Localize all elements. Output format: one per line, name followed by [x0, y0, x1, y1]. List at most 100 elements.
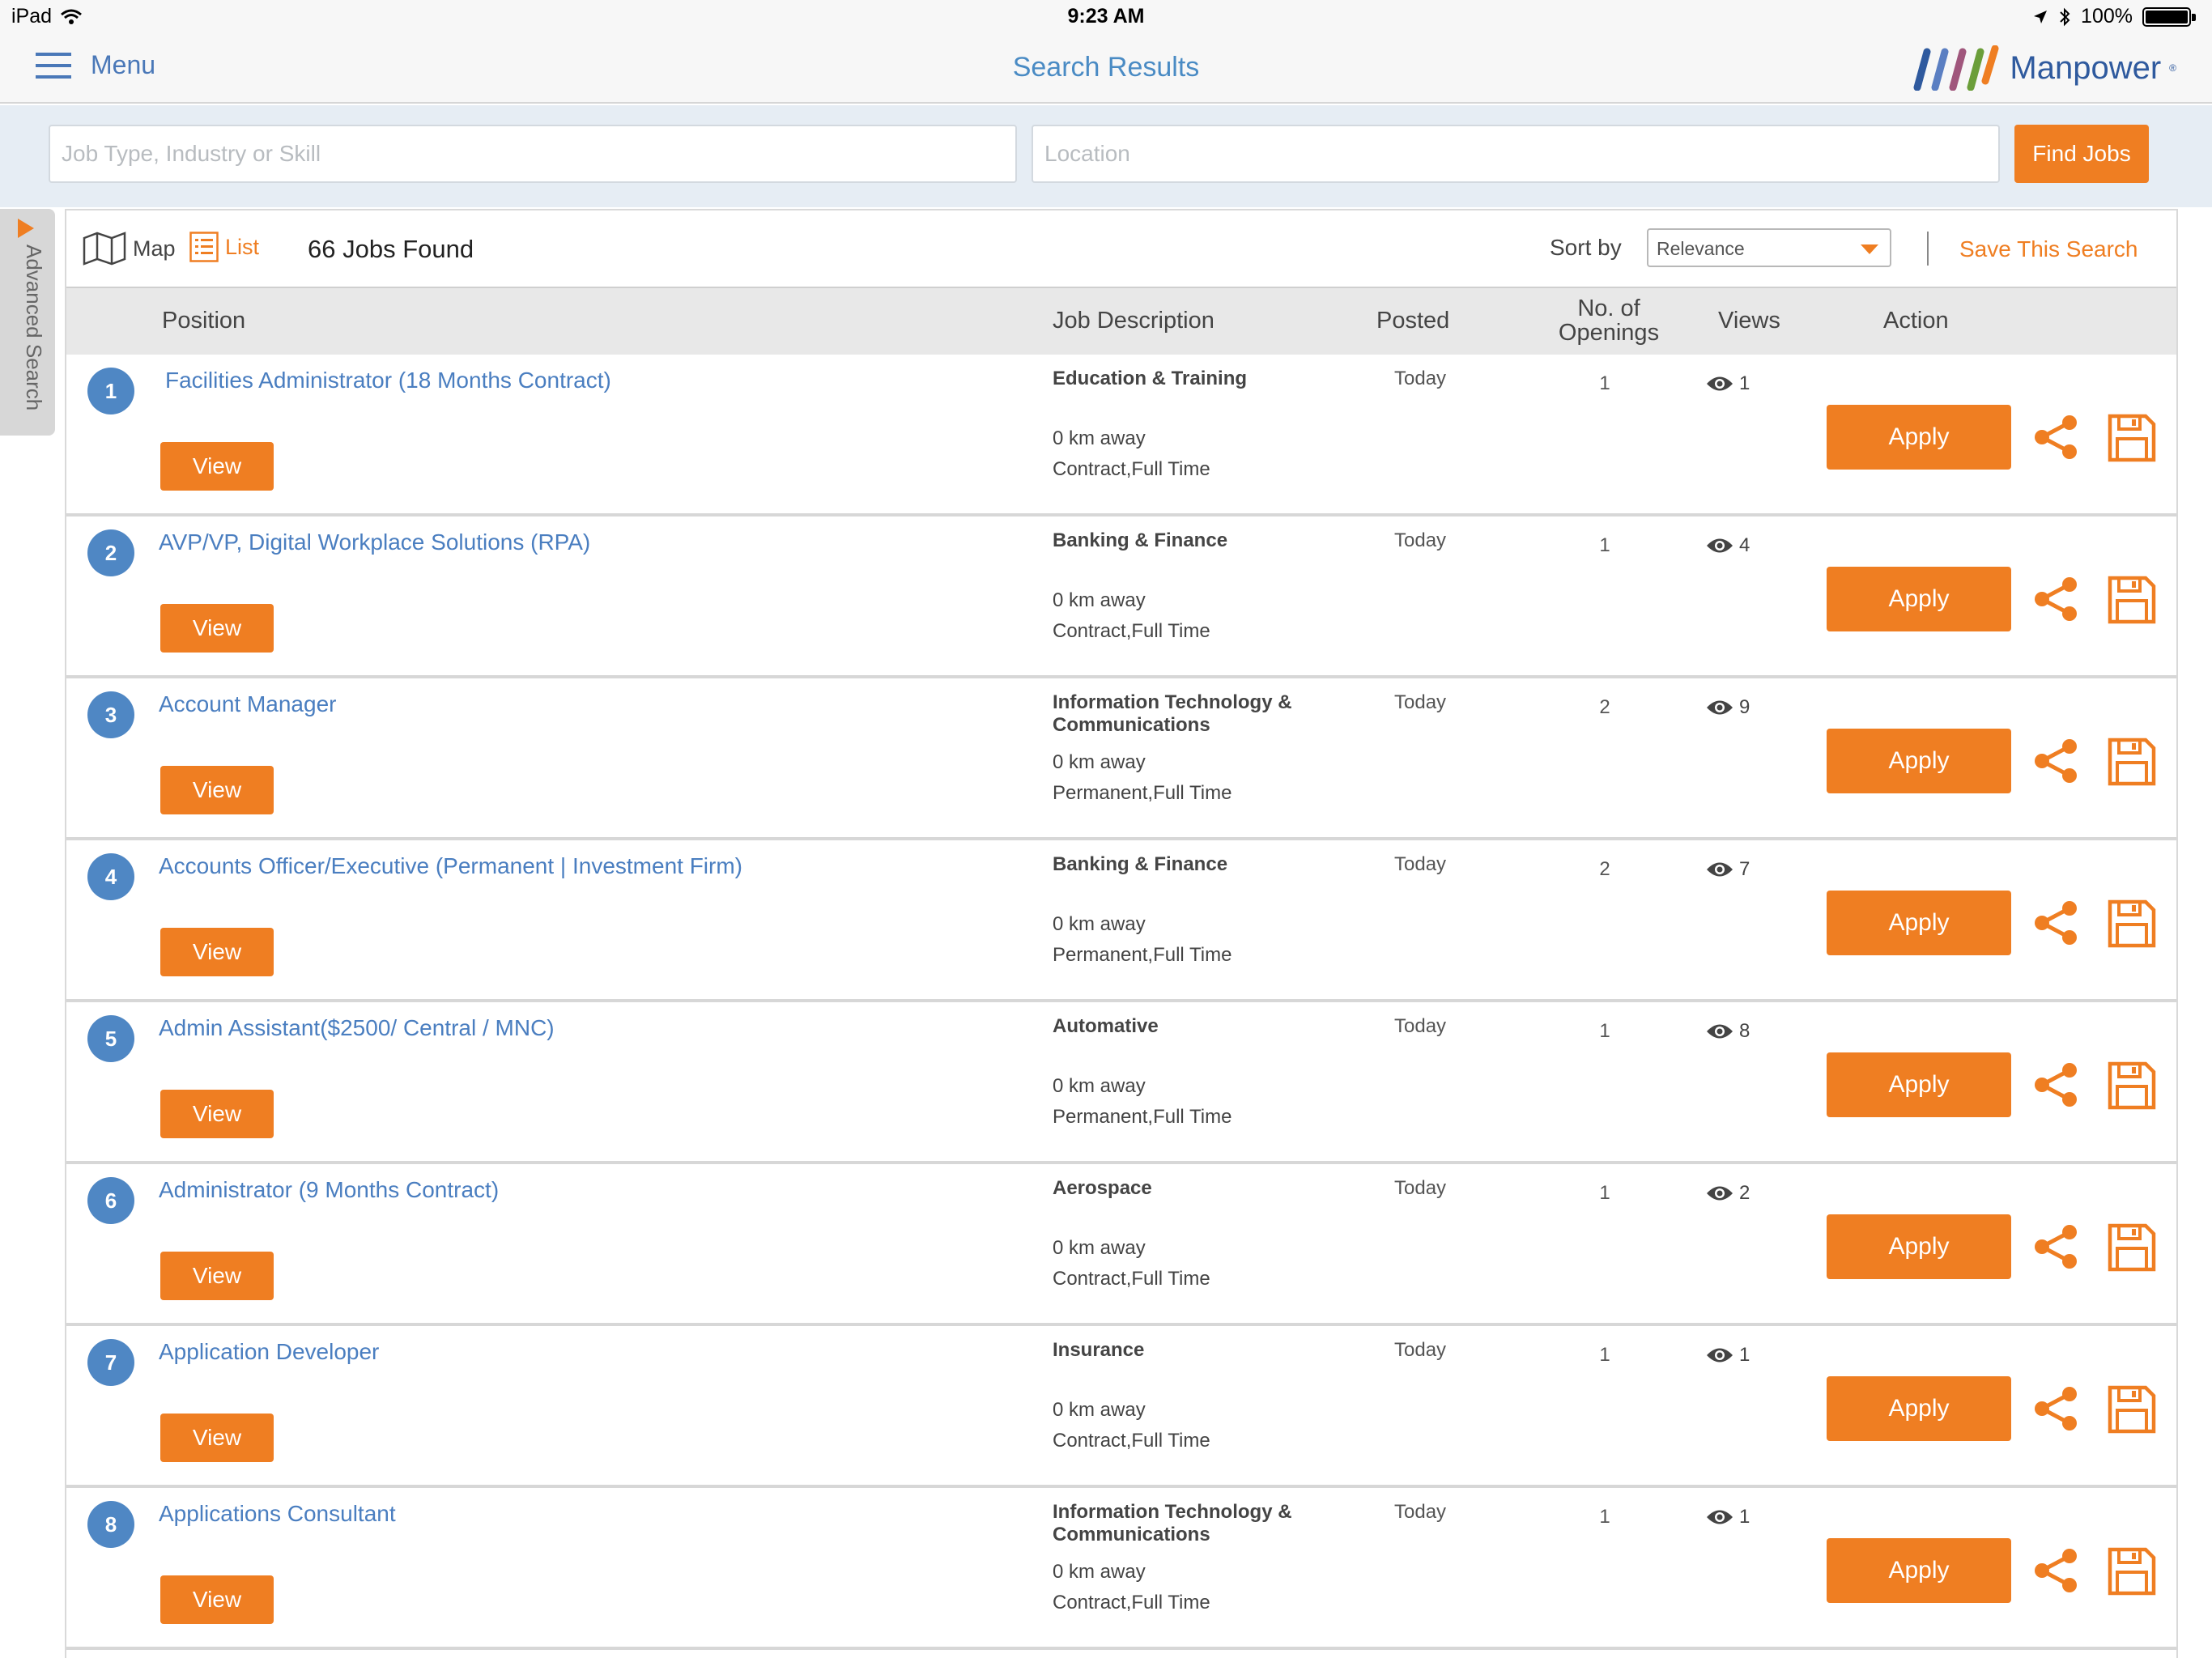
location-input[interactable] — [1032, 125, 2000, 183]
share-icon[interactable] — [2031, 1221, 2082, 1273]
job-views: 1 — [1705, 372, 1750, 395]
table-header: Position Job Description Posted No. of O… — [66, 288, 2176, 355]
results-panel: Map List 66 Jobs Found Sort by Relevance… — [65, 209, 2178, 1658]
save-job-icon[interactable] — [2107, 1384, 2157, 1435]
job-title-link[interactable]: AVP/VP, Digital Workplace Solutions (RPA… — [159, 529, 590, 555]
page-title: Search Results — [1012, 52, 1200, 83]
status-right: 100% — [2032, 5, 2196, 28]
table-row: 6 Administrator (9 Months Contract) View… — [66, 1164, 2176, 1326]
job-distance: 0 km away — [1053, 427, 1146, 449]
share-icon[interactable] — [2031, 1383, 2082, 1435]
views-count: 1 — [1739, 1344, 1750, 1366]
list-label: List — [225, 234, 260, 259]
sort-select[interactable]: Relevance — [1647, 228, 1891, 267]
job-title-link[interactable]: Admin Assistant($2500/ Central / MNC) — [159, 1015, 555, 1041]
view-button[interactable]: View — [160, 1090, 274, 1138]
apply-button[interactable]: Apply — [1827, 1376, 2011, 1441]
view-button[interactable]: View — [160, 442, 274, 491]
view-button[interactable]: View — [160, 1575, 274, 1624]
apply-button[interactable]: Apply — [1827, 729, 2011, 793]
apply-button[interactable]: Apply — [1827, 1538, 2011, 1603]
save-job-icon[interactable] — [2107, 737, 2157, 787]
expand-arrow-icon — [18, 219, 34, 238]
map-icon — [83, 232, 126, 266]
job-openings: 1 — [1599, 1182, 1610, 1204]
table-row: 7 Application Developer View Insurance 0… — [66, 1326, 2176, 1488]
col-posted: Posted — [1376, 308, 1450, 334]
brand-logo: Manpower ® — [1911, 45, 2176, 91]
bluetooth-icon — [2060, 7, 2070, 26]
job-distance: 0 km away — [1053, 751, 1146, 773]
eye-icon — [1707, 1510, 1733, 1524]
job-posted: Today — [1394, 1339, 1447, 1361]
job-openings: 1 — [1599, 1344, 1610, 1366]
results-toolbar: Map List 66 Jobs Found Sort by Relevance… — [66, 210, 2176, 288]
save-job-icon[interactable] — [2107, 575, 2157, 625]
view-button[interactable]: View — [160, 928, 274, 976]
job-distance: 0 km away — [1053, 1399, 1146, 1421]
job-views: 4 — [1705, 534, 1750, 557]
eye-icon — [1707, 700, 1733, 715]
job-type-input[interactable] — [49, 125, 1017, 183]
apply-button[interactable]: Apply — [1827, 1214, 2011, 1279]
map-view-toggle[interactable]: Map — [83, 232, 176, 266]
views-count: 2 — [1739, 1182, 1750, 1204]
job-type: Contract,Full Time — [1053, 1268, 1210, 1290]
apply-button[interactable]: Apply — [1827, 1052, 2011, 1117]
share-icon[interactable] — [2031, 897, 2082, 949]
job-title-link[interactable]: Facilities Administrator (18 Months Cont… — [165, 368, 611, 393]
job-posted: Today — [1394, 691, 1447, 713]
table-row: 2 AVP/VP, Digital Workplace Solutions (R… — [66, 517, 2176, 678]
job-openings: 1 — [1599, 1020, 1610, 1042]
row-number-badge: 7 — [87, 1339, 134, 1386]
apply-button[interactable]: Apply — [1827, 405, 2011, 470]
find-jobs-button[interactable]: Find Jobs — [2014, 125, 2149, 183]
save-job-icon[interactable] — [2107, 899, 2157, 949]
share-icon[interactable] — [2031, 1545, 2082, 1596]
app-header: Menu Search Results Manpower ® — [0, 32, 2212, 104]
dropdown-caret-icon — [1861, 244, 1878, 254]
job-openings: 1 — [1599, 1506, 1610, 1528]
job-category: Aerospace — [1053, 1177, 1152, 1199]
eye-icon — [1707, 862, 1733, 877]
list-view-toggle[interactable]: List — [189, 232, 259, 262]
advanced-search-label: Advanced Search — [22, 244, 46, 411]
job-title-link[interactable]: Accounts Officer/Executive (Permanent | … — [159, 853, 742, 879]
table-row: 4 Accounts Officer/Executive (Permanent … — [66, 840, 2176, 1002]
views-count: 9 — [1739, 696, 1750, 718]
job-title-link[interactable]: Administrator (9 Months Contract) — [159, 1177, 499, 1203]
save-this-search-link[interactable]: Save This Search — [1959, 236, 2138, 262]
view-button[interactable]: View — [160, 1252, 274, 1300]
job-openings: 2 — [1599, 858, 1610, 880]
status-bar: iPad 9:23 AM 100% — [0, 0, 2212, 32]
job-views: 8 — [1705, 1020, 1750, 1043]
advanced-search-tab[interactable]: Advanced Search — [0, 209, 55, 436]
job-title-link[interactable]: Application Developer — [159, 1339, 379, 1365]
col-position: Position — [162, 308, 246, 334]
apply-button[interactable]: Apply — [1827, 567, 2011, 631]
share-icon[interactable] — [2031, 411, 2082, 463]
job-category: Banking & Finance — [1053, 853, 1228, 875]
save-job-icon[interactable] — [2107, 1222, 2157, 1273]
view-button[interactable]: View — [160, 766, 274, 814]
eye-icon — [1707, 1024, 1733, 1039]
save-job-icon[interactable] — [2107, 1546, 2157, 1596]
eye-icon — [1707, 1186, 1733, 1201]
view-button[interactable]: View — [160, 1414, 274, 1462]
job-openings: 2 — [1599, 696, 1610, 718]
apply-button[interactable]: Apply — [1827, 891, 2011, 955]
share-icon[interactable] — [2031, 735, 2082, 787]
job-posted: Today — [1394, 529, 1447, 551]
job-title-link[interactable]: Applications Consultant — [159, 1501, 396, 1527]
save-job-icon[interactable] — [2107, 1061, 2157, 1111]
job-type: Contract,Full Time — [1053, 1430, 1210, 1452]
share-icon[interactable] — [2031, 1059, 2082, 1111]
save-job-icon[interactable] — [2107, 413, 2157, 463]
job-openings: 1 — [1599, 372, 1610, 394]
view-button[interactable]: View — [160, 604, 274, 653]
job-title-link[interactable]: Account Manager — [159, 691, 336, 717]
registered-mark: ® — [2169, 62, 2176, 74]
job-distance: 0 km away — [1053, 1075, 1146, 1097]
share-icon[interactable] — [2031, 573, 2082, 625]
job-type: Permanent,Full Time — [1053, 782, 1232, 804]
